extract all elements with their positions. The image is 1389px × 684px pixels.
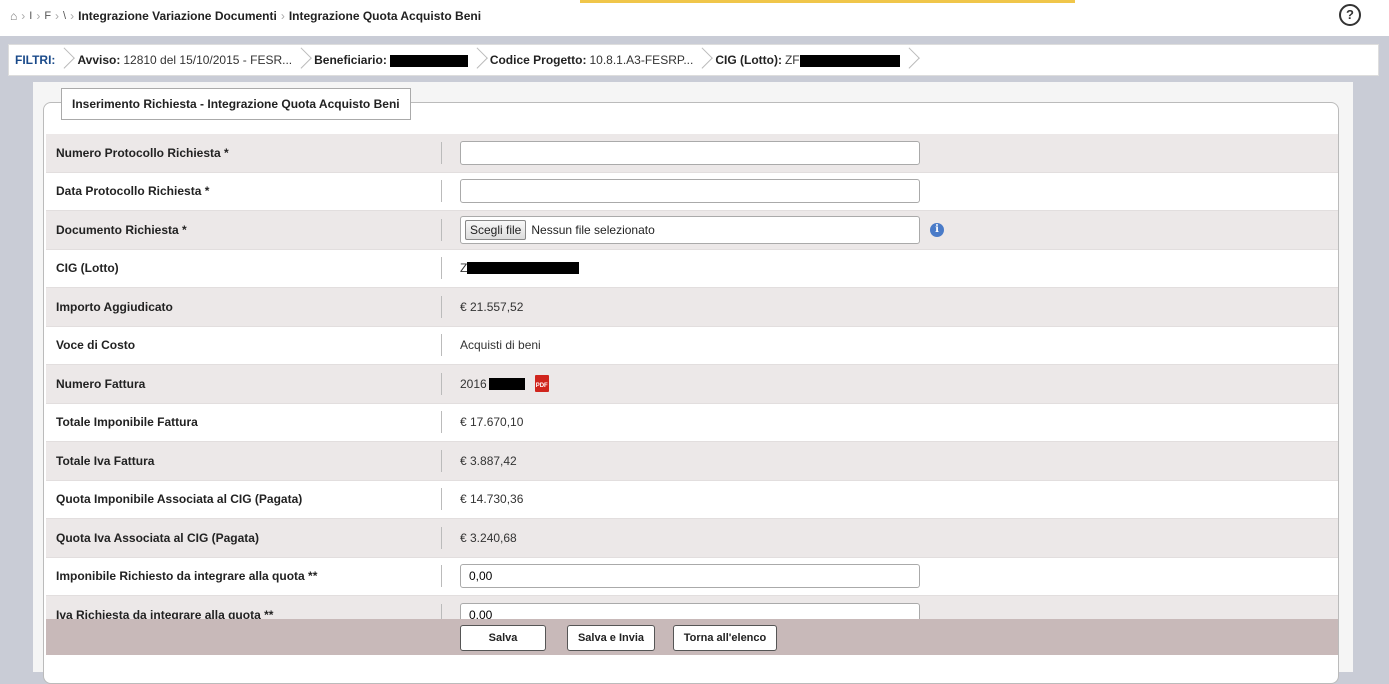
row-divider [441,488,442,511]
action-bar: Salva Salva e Invia Torna all'elenco [46,619,1338,655]
importo-aggiudicato-value: € 21.557,52 [460,299,524,314]
row-divider [441,218,442,241]
redacted-block [799,54,900,67]
info-icon[interactable]: i [930,222,944,237]
breadcrumb-separator: › [280,9,285,23]
form-row: CIG (Lotto) Z [46,249,1338,288]
row-label: Quota Imponibile Associata al CIG (Pagat… [56,492,303,507]
redacted-block [389,54,468,67]
torna-all-elenco-button[interactable]: Torna all'elenco [673,625,777,651]
filter-beneficiario-label: Beneficiario: [314,53,387,67]
form-row: Voce di Costo Acquisti di beni [46,326,1338,365]
totale-iva-value: € 3.887,42 [460,453,517,468]
filter-bar: FILTRI: Avviso: 12810 del 15/10/2015 - FE… [8,44,1379,76]
breadcrumb: ⌂ › I › F › \ › Integrazione Variazione … [10,9,481,23]
row-label: Quota Iva Associata al CIG (Pagata) [56,530,259,545]
filter-avviso-label: Avviso: [77,53,121,67]
form-row: Data Protocollo Richiesta * [46,172,1338,211]
form-row: Totale Iva Fattura € 3.887,42 [46,442,1338,481]
chevron-right-icon [699,49,709,71]
row-divider [441,295,442,318]
form-row: Quota Imponibile Associata al CIG (Pagat… [46,480,1338,519]
quota-iva-value: € 3.240,68 [460,530,517,545]
totale-imponibile-value: € 17.670,10 [460,415,524,430]
breadcrumb-item[interactable]: F [44,10,51,22]
salva-button[interactable]: Salva [460,625,546,651]
row-divider [441,526,442,549]
redacted-block [467,262,580,275]
voce-di-costo-value: Acquisti di beni [460,338,541,353]
breadcrumb-section[interactable]: Integrazione Variazione Documenti [78,9,277,23]
breadcrumb-item[interactable]: \ [63,10,66,22]
filter-avviso[interactable]: Avviso: 12810 del 15/10/2015 - FESR... [77,53,292,67]
breadcrumb-current: Integrazione Quota Acquisto Beni [288,9,482,23]
breadcrumb-separator: › [55,9,60,23]
form-table: Numero Protocollo Richiesta * Data Proto… [46,134,1338,635]
file-status-text: Nessun file selezionato [531,222,655,237]
filter-avviso-value: 12810 del 15/10/2015 - FESR... [123,53,293,67]
pdf-icon[interactable]: PDF [534,375,549,393]
form-row: Quota Iva Associata al CIG (Pagata) € 3.… [46,519,1338,558]
filter-codice-label: Codice Progetto: [489,53,587,67]
breadcrumb-separator: › [36,9,41,23]
filter-beneficiario[interactable]: Beneficiario: [314,53,468,67]
numero-fattura-value: 2016 PDF [460,375,549,393]
row-label: Voce di Costo [56,338,136,353]
row-divider [441,180,442,203]
home-icon[interactable]: ⌂ [10,9,17,23]
data-protocollo-input[interactable] [460,179,920,204]
filter-codice-progetto[interactable]: Codice Progetto: 10.8.1.A3-FESRP... [490,53,694,67]
form-row: Imponibile Richiesto da integrare alla q… [46,557,1338,596]
filter-label: FILTRI: [15,53,56,67]
chevron-right-icon [474,49,484,71]
imponibile-richiesto-input[interactable] [460,564,920,589]
redacted-block [488,377,525,390]
row-divider [441,141,442,164]
row-label: Totale Iva Fattura [56,453,155,468]
numero-fattura-text: 2016 [460,376,487,391]
row-label: Documento Richiesta * [56,222,187,237]
numero-protocollo-input[interactable] [460,140,920,165]
form-row: Totale Imponibile Fattura € 17.670,10 [46,403,1338,442]
form-row: Importo Aggiudicato € 21.557,52 [46,288,1338,327]
filter-codice-value: 10.8.1.A3-FESRP... [589,53,694,67]
salva-e-invia-button[interactable]: Salva e Invia [567,625,655,651]
row-label: Data Protocollo Richiesta * [56,184,210,199]
filter-cig-label: CIG (Lotto): [715,53,782,67]
row-divider [441,334,442,357]
row-label: Numero Protocollo Richiesta * [56,145,229,160]
row-divider [441,257,442,280]
row-label: Imponibile Richiesto da integrare alla q… [56,569,318,584]
top-accent-line [580,0,1075,3]
form-row: Numero Protocollo Richiesta * [46,134,1338,173]
row-label: Numero Fattura [56,376,146,391]
row-label: CIG (Lotto) [56,261,119,276]
chevron-right-icon [61,49,71,71]
choose-file-button[interactable]: Scegli file [465,219,527,240]
help-icon[interactable]: ? [1339,4,1361,26]
row-label: Importo Aggiudicato [56,299,173,314]
breadcrumb-item[interactable]: I [29,10,32,22]
quota-imponibile-value: € 14.730,36 [460,492,524,507]
form-legend: Inserimento Richiesta - Integrazione Quo… [61,88,411,120]
row-divider [441,565,442,588]
cig-value: Z [460,261,580,276]
breadcrumb-separator: › [70,9,75,23]
row-divider [441,372,442,395]
row-divider [441,449,442,472]
filter-cig[interactable]: CIG (Lotto): ZF [715,53,900,67]
top-bar: ⌂ › I › F › \ › Integrazione Variazione … [0,0,1389,36]
form-row: Documento Richiesta * Scegli file Nessun… [46,211,1338,250]
row-label: Totale Imponibile Fattura [56,415,198,430]
form-row: Numero Fattura 2016 PDF [46,365,1338,404]
cig-value-text: Z [460,261,468,276]
chevron-right-icon [298,49,308,71]
document-file-input[interactable]: Scegli file Nessun file selezionato [460,215,920,244]
filter-cig-value: ZF [784,53,800,67]
chevron-right-icon [906,49,916,71]
breadcrumb-separator: › [21,9,26,23]
row-divider [441,411,442,434]
